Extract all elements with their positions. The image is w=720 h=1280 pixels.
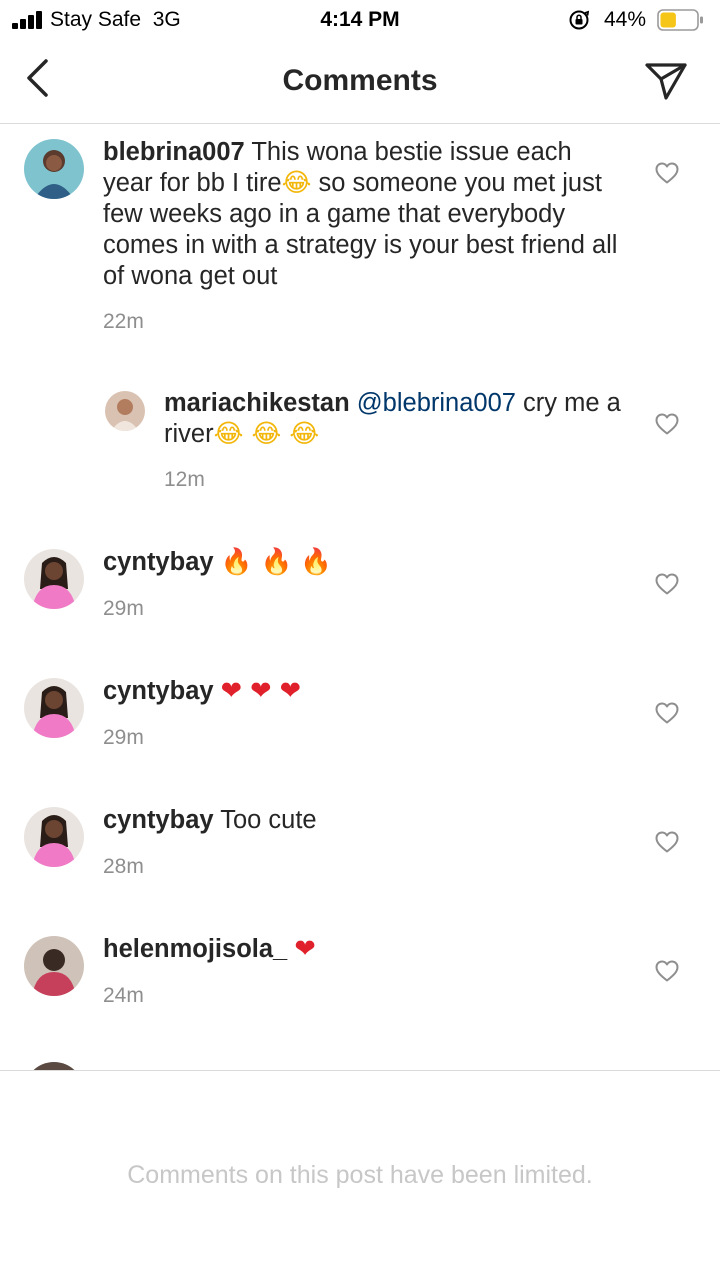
comment-username[interactable]: cyntybay	[103, 677, 214, 705]
comments-list: blebrina007 This wona bestie issue each …	[0, 125, 720, 1070]
heart-icon[interactable]	[654, 959, 680, 983]
avatar[interactable]	[24, 1062, 84, 1070]
comment-time: 24m	[103, 984, 144, 1007]
comment-text: blebrina007 This wona bestie issue each …	[103, 137, 628, 292]
laughing-emoji: 😂	[281, 168, 312, 198]
comment-time: 28m	[103, 855, 144, 878]
comment-text: cyntybay Too cute	[103, 805, 623, 836]
battery-percent: 44%	[604, 8, 647, 31]
avatar[interactable]	[24, 549, 84, 609]
comment-username[interactable]: cyntybay	[103, 806, 214, 834]
avatar[interactable]	[105, 391, 145, 431]
avatar[interactable]	[24, 139, 84, 199]
battery-icon	[657, 9, 703, 31]
orientation-lock-icon	[569, 10, 590, 30]
paper-plane-icon[interactable]	[642, 56, 690, 104]
heart-icon[interactable]	[654, 161, 680, 185]
comment-time: 12m	[164, 468, 205, 491]
mention-link[interactable]: @blebrina007	[357, 389, 516, 417]
laughing-emojis: 😂 😂 😂	[213, 419, 320, 449]
comment-time: 29m	[103, 597, 144, 620]
heart-icon[interactable]	[654, 412, 680, 436]
comment-time: 22m	[103, 310, 144, 333]
comment-composer-area: Comments on this post have been limited.	[0, 1070, 720, 1280]
heart-icon[interactable]	[654, 830, 680, 854]
comment-text: cyntybay ❤ ❤ ❤	[103, 676, 623, 707]
comment-text: cyntybay 🔥 🔥 🔥	[103, 547, 623, 578]
comment-text: mariachikestan @blebrina007 cry me a riv…	[164, 388, 624, 450]
fire-emojis: 🔥 🔥 🔥	[220, 547, 333, 577]
red-heart-emojis: ❤ ❤ ❤	[220, 676, 301, 706]
comment-username[interactable]: cyntybay	[103, 548, 214, 576]
comment-username[interactable]: blebrina007	[103, 138, 245, 166]
heart-icon[interactable]	[654, 572, 680, 596]
comments-limited-note: Comments on this post have been limited.	[127, 1161, 593, 1189]
comment-body: Too cute	[220, 806, 317, 834]
page-title: Comments	[282, 64, 438, 97]
comment-time: 29m	[103, 726, 144, 749]
comment-username[interactable]: mariachikestan	[164, 389, 350, 417]
avatar[interactable]	[24, 936, 84, 996]
comment-text: helenmojisola_ ❤	[103, 934, 623, 965]
avatar[interactable]	[24, 678, 84, 738]
heart-icon[interactable]	[654, 701, 680, 725]
comment-username[interactable]: helenmojisola_	[103, 935, 287, 963]
header-bar: Comments	[0, 40, 720, 124]
status-bar: Stay Safe 3G 4:14 PM 44%	[0, 0, 720, 40]
avatar[interactable]	[24, 807, 84, 867]
red-heart-emoji: ❤	[294, 934, 316, 964]
